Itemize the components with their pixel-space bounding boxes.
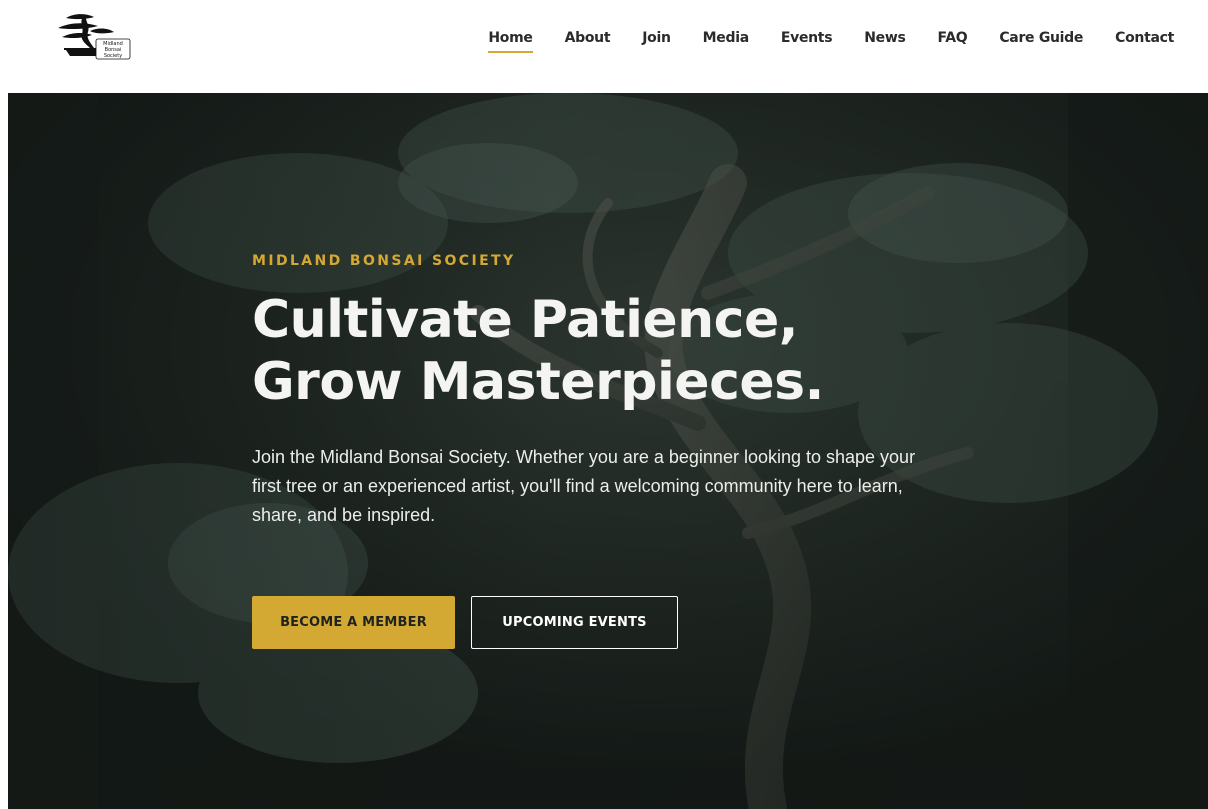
hero-headline-line1: Cultivate Patience, <box>252 290 799 350</box>
hero-section: MIDLAND BONSAI SOCIETY Cultivate Patienc… <box>8 93 1208 809</box>
hero-eyebrow: MIDLAND BONSAI SOCIETY <box>252 253 516 269</box>
bonsai-tree-logo-icon: Midland Bonsai Society <box>58 14 131 60</box>
hero-description: Join the Midland Bonsai Society. Whether… <box>252 447 916 525</box>
hero-buttons: BECOME A MEMBER UPCOMING EVENTS <box>252 596 952 649</box>
main-nav: Home About Join Media Events News FAQ Ca… <box>488 28 1174 53</box>
logo-text-line3: Society <box>104 53 122 59</box>
become-member-button[interactable]: BECOME A MEMBER <box>252 596 455 649</box>
nav-faq[interactable]: FAQ <box>938 30 968 50</box>
site-header: Midland Bonsai Society Home About Join M… <box>0 0 1208 93</box>
nav-about[interactable]: About <box>565 30 611 50</box>
nav-care-guide[interactable]: Care Guide <box>999 30 1083 50</box>
nav-join[interactable]: Join <box>642 30 671 50</box>
hero-content: MIDLAND BONSAI SOCIETY Cultivate Patienc… <box>252 253 952 649</box>
upcoming-events-button[interactable]: UPCOMING EVENTS <box>471 596 678 649</box>
nav-contact[interactable]: Contact <box>1115 30 1174 50</box>
hero-headline-line2: Grow Masterpieces. <box>252 352 824 412</box>
nav-media[interactable]: Media <box>703 30 750 50</box>
hero-headline: Cultivate Patience, Grow Masterpieces. <box>252 289 952 413</box>
nav-news[interactable]: News <box>864 30 906 50</box>
site-logo[interactable]: Midland Bonsai Society <box>52 10 134 62</box>
nav-events[interactable]: Events <box>781 30 833 50</box>
nav-home[interactable]: Home <box>488 30 533 53</box>
